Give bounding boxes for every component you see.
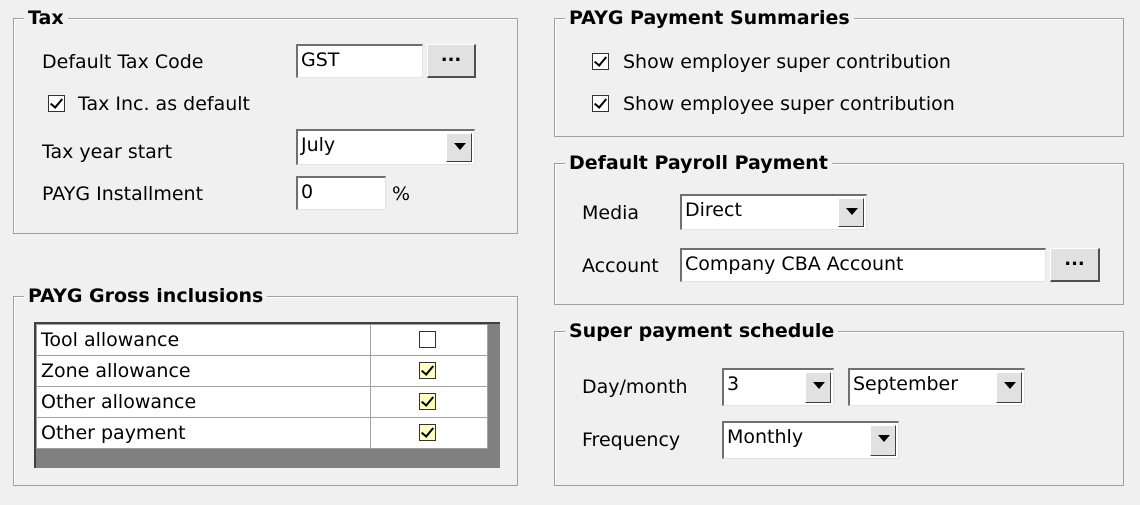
payment-summaries-title: PAYG Payment Summaries (565, 6, 854, 30)
tool-allowance-checkbox[interactable] (419, 331, 436, 348)
percent-sign: % (392, 183, 411, 205)
table-row[interactable]: Tool allowance (36, 324, 488, 356)
media-label: Media (582, 202, 640, 224)
day-select[interactable]: 3 (722, 368, 834, 406)
payg-installment-label: PAYG Installment (42, 183, 204, 205)
super-schedule-group: Super payment schedule (554, 319, 1124, 486)
employer-super-checkbox[interactable] (592, 53, 609, 70)
day-month-label: Day/month (582, 376, 688, 398)
account-field[interactable]: Company CBA Account (680, 248, 1046, 282)
media-select[interactable]: Direct (680, 194, 867, 230)
row-label: Zone allowance (36, 355, 371, 387)
media-value: Direct (685, 199, 742, 221)
month-select[interactable]: September (848, 368, 1025, 406)
chevron-down-icon[interactable] (870, 425, 896, 456)
payroll-payment-title: Default Payroll Payment (565, 151, 832, 175)
employer-super-label: Show employer super contribution (623, 51, 951, 73)
other-payment-checkbox[interactable] (419, 424, 436, 441)
employee-super-label: Show employee super contribution (623, 93, 955, 115)
row-label: Other payment (36, 417, 371, 449)
row-label: Tool allowance (36, 324, 371, 356)
table-row[interactable]: Zone allowance (36, 355, 488, 387)
tax-year-start-label: Tax year start (42, 141, 173, 163)
chevron-down-icon[interactable] (805, 372, 831, 403)
tax-year-start-value: July (301, 134, 336, 156)
row-label: Other allowance (36, 386, 371, 418)
chevron-down-icon[interactable] (838, 198, 864, 227)
day-value: 3 (727, 373, 740, 395)
default-tax-code-label: Default Tax Code (42, 51, 204, 73)
frequency-value: Monthly (727, 426, 804, 448)
tax-inc-label: Tax Inc. as default (78, 93, 250, 115)
frequency-select[interactable]: Monthly (722, 421, 899, 459)
tax-inc-checkbox[interactable] (48, 95, 65, 112)
super-schedule-title: Super payment schedule (565, 319, 839, 343)
payg-installment-field[interactable]: 0 (296, 176, 386, 210)
table-row[interactable]: Other allowance (36, 386, 488, 418)
chevron-down-icon[interactable] (996, 372, 1022, 403)
employee-super-checkbox[interactable] (592, 95, 609, 112)
tax-year-start-select[interactable]: July (296, 129, 475, 165)
default-tax-code-field[interactable]: GST (296, 44, 423, 78)
gross-inclusions-grid[interactable]: Tool allowance Zone allowance Other allo… (34, 322, 500, 468)
month-value: September (853, 373, 959, 395)
account-browse-button[interactable]: ... (1050, 248, 1100, 282)
account-label: Account (582, 255, 659, 277)
tax-code-browse-button[interactable]: ... (427, 44, 476, 78)
gross-inclusions-title: PAYG Gross inclusions (24, 284, 268, 308)
chevron-down-icon[interactable] (446, 133, 472, 162)
zone-allowance-checkbox[interactable] (419, 362, 436, 379)
payment-summaries-group: PAYG Payment Summaries (554, 6, 1124, 137)
tax-group-title: Tax (24, 6, 68, 30)
payroll-payment-group: Default Payroll Payment (554, 151, 1124, 305)
other-allowance-checkbox[interactable] (419, 393, 436, 410)
table-row[interactable]: Other payment (36, 417, 488, 449)
frequency-label: Frequency (582, 429, 681, 451)
